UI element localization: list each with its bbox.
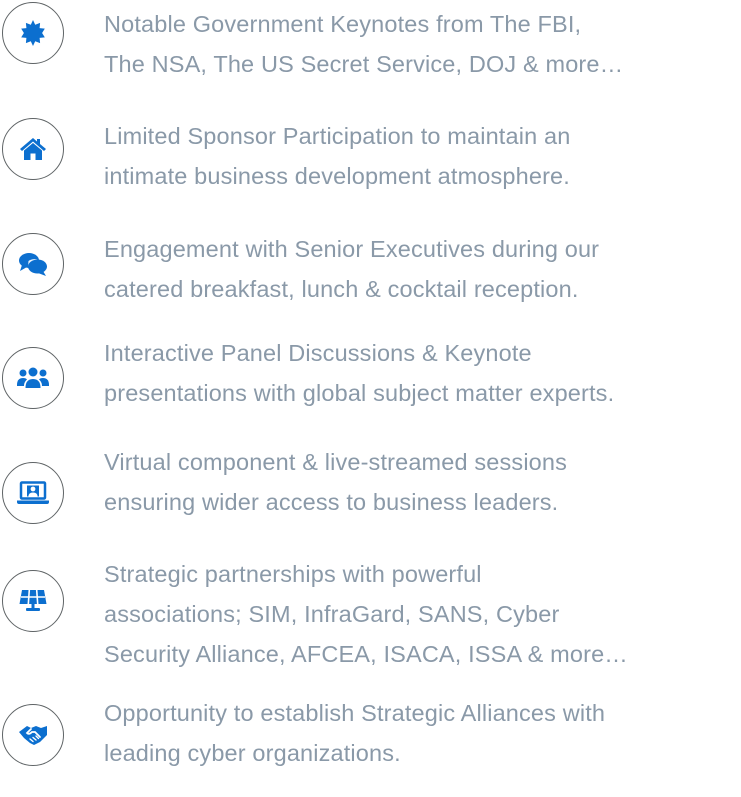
solar-panel-icon — [19, 589, 47, 613]
icon-circle — [2, 704, 64, 766]
feature-text: Limited Sponsor Participation to maintai… — [104, 123, 571, 189]
feature-text: Strategic partnerships with powerful ass… — [104, 561, 628, 667]
icon-circle — [2, 347, 64, 409]
comments-icon — [18, 251, 48, 277]
home-icon — [19, 137, 47, 161]
users-icon — [17, 367, 49, 389]
icon-circle — [2, 570, 64, 632]
handshake-icon — [18, 723, 48, 747]
feature-text: Opportunity to establish Strategic Allia… — [104, 700, 606, 766]
feature-text: Notable Government Keynotes from The FBI… — [104, 11, 624, 77]
icon-circle — [2, 118, 64, 180]
feature-text: Interactive Panel Discussions & Keynote … — [104, 340, 615, 406]
laptop-user-icon — [17, 481, 49, 505]
feature-text: Engagement with Senior Executives during… — [104, 236, 600, 302]
icon-circle — [2, 233, 64, 295]
badge-seal-icon — [20, 20, 46, 46]
icon-circle — [2, 2, 64, 64]
icon-circle — [2, 462, 64, 524]
feature-text: Virtual component & live-streamed sessio… — [104, 449, 568, 515]
